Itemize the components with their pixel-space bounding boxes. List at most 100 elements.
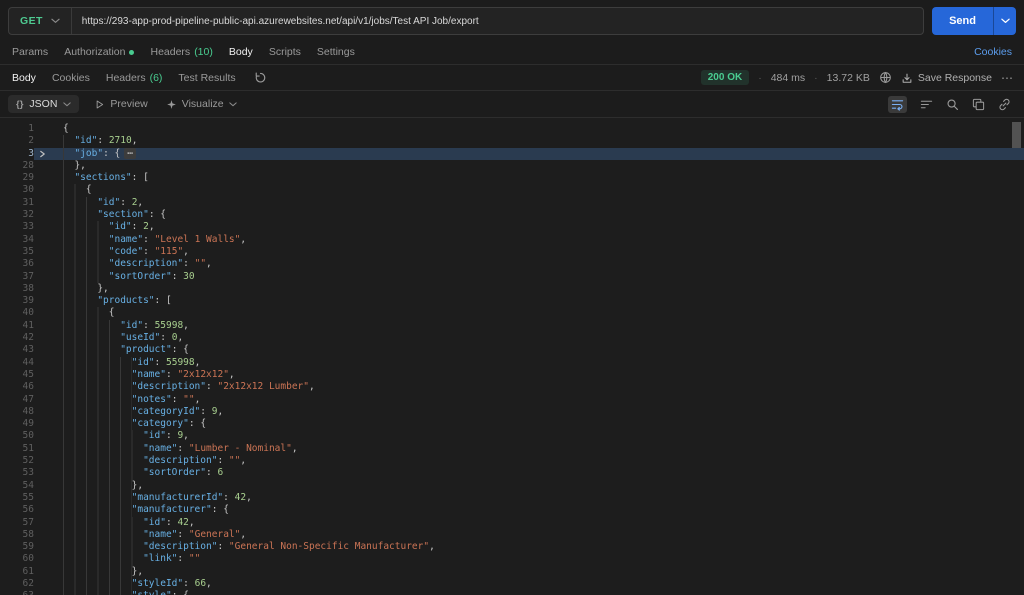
request-tab-params[interactable]: Params [4, 40, 56, 64]
scrollbar-thumb[interactable] [1012, 122, 1021, 148]
line-number: 61 [0, 566, 34, 578]
code-content: "id": 2710, [50, 135, 1024, 147]
request-tab-scripts[interactable]: Scripts [261, 40, 309, 64]
code-content: }, [50, 283, 1024, 295]
line-number: 36 [0, 258, 34, 270]
tab-label: Scripts [269, 46, 301, 58]
fold-column [34, 480, 50, 492]
fold-column [34, 184, 50, 196]
save-response-label: Save Response [918, 72, 992, 84]
response-tabs-list: BodyCookiesHeaders(6)Test Results [4, 65, 244, 90]
response-tab-cookies[interactable]: Cookies [44, 65, 98, 90]
separator-dot: · [814, 72, 818, 84]
save-response-button[interactable]: Save Response [901, 72, 992, 84]
code-content: "description": "2x12x12 Lumber", [50, 381, 1024, 393]
code-line: 1{ [0, 123, 1024, 135]
copy-icon[interactable] [972, 98, 985, 111]
fold-column [34, 246, 50, 258]
code-content: "section": { [50, 209, 1024, 221]
send-options-button[interactable] [993, 7, 1016, 35]
response-viewer-toolbar: {} JSON Preview Visualize [0, 91, 1024, 117]
code-line: 62 "styleId": 66, [0, 578, 1024, 590]
code-content: "id": 2, [50, 221, 1024, 233]
filter-lines-icon[interactable] [920, 98, 933, 111]
collapsed-ellipsis[interactable]: ⋯ [124, 148, 136, 159]
format-dropdown[interactable]: {} JSON [8, 95, 79, 113]
fold-column [34, 590, 50, 595]
code-line: 32 "section": { [0, 209, 1024, 221]
fold-column [34, 160, 50, 172]
network-icon[interactable] [879, 71, 892, 84]
fold-column [34, 578, 50, 590]
response-tab-headers[interactable]: Headers(6) [98, 65, 171, 90]
fold-column [34, 406, 50, 418]
url-input[interactable] [72, 8, 923, 34]
response-size[interactable]: 13.72 KB [827, 72, 870, 84]
fold-column [34, 553, 50, 565]
preview-button[interactable]: Preview [85, 98, 156, 110]
line-number: 3 [0, 148, 34, 160]
fold-column [34, 381, 50, 393]
code-content: { [50, 184, 1024, 196]
fold-column [34, 492, 50, 504]
fold-column [34, 197, 50, 209]
wrap-text-icon[interactable] [888, 96, 907, 113]
code-content: }, [50, 160, 1024, 172]
response-tab-body[interactable]: Body [4, 65, 44, 90]
response-body-viewer[interactable]: 1{2 "id": 2710,3 "job": {⋯28 },29 "secti… [0, 118, 1024, 595]
fold-column [34, 172, 50, 184]
fold-column [34, 234, 50, 246]
response-tab-test-results[interactable]: Test Results [170, 65, 243, 90]
line-number: 57 [0, 517, 34, 529]
fold-column [34, 566, 50, 578]
fold-column [34, 295, 50, 307]
fold-column [34, 529, 50, 541]
line-number: 2 [0, 135, 34, 147]
code-line: 60 "link": "" [0, 553, 1024, 565]
response-time[interactable]: 484 ms [771, 72, 805, 84]
chevron-down-icon [63, 102, 71, 107]
status-badge[interactable]: 200 OK [701, 70, 749, 85]
fold-column [34, 455, 50, 467]
line-number: 59 [0, 541, 34, 553]
code-line: 30 { [0, 184, 1024, 196]
request-tab-settings[interactable]: Settings [309, 40, 363, 64]
code-content: { [50, 307, 1024, 319]
fold-toggle-icon[interactable] [34, 148, 50, 160]
tab-label: Settings [317, 46, 355, 58]
line-number: 43 [0, 344, 34, 356]
line-number: 30 [0, 184, 34, 196]
response-bar: BodyCookiesHeaders(6)Test Results 200 OK… [0, 65, 1024, 90]
fold-column [34, 344, 50, 356]
tab-label: Authorization [64, 46, 125, 58]
request-tab-body[interactable]: Body [221, 40, 261, 64]
request-tab-headers[interactable]: Headers(10) [142, 40, 220, 64]
fold-column [34, 209, 50, 221]
line-number: 60 [0, 553, 34, 565]
line-number: 29 [0, 172, 34, 184]
code-content: "style": { [50, 590, 1024, 595]
code-line: 59 "description": "General Non-Specific … [0, 541, 1024, 553]
fold-column [34, 418, 50, 430]
history-icon[interactable] [248, 71, 273, 84]
line-number: 39 [0, 295, 34, 307]
visualize-button[interactable]: Visualize [157, 98, 246, 110]
code-content: "description": "", [50, 258, 1024, 270]
line-number: 44 [0, 357, 34, 369]
code-line: 54 }, [0, 480, 1024, 492]
more-options-button[interactable]: ⋯ [1001, 71, 1014, 85]
code-content: }, [50, 480, 1024, 492]
line-number: 50 [0, 430, 34, 442]
visualize-icon [166, 99, 177, 110]
code-content: "notes": "", [50, 394, 1024, 406]
send-button[interactable]: Send [932, 7, 993, 35]
save-icon [901, 72, 913, 84]
play-icon [94, 99, 105, 110]
link-icon[interactable] [998, 98, 1011, 111]
cookies-link[interactable]: Cookies [966, 46, 1020, 58]
line-number: 42 [0, 332, 34, 344]
fold-column [34, 430, 50, 442]
request-tab-authorization[interactable]: Authorization [56, 40, 142, 64]
method-selector[interactable]: GET [9, 8, 72, 34]
search-icon[interactable] [946, 98, 959, 111]
